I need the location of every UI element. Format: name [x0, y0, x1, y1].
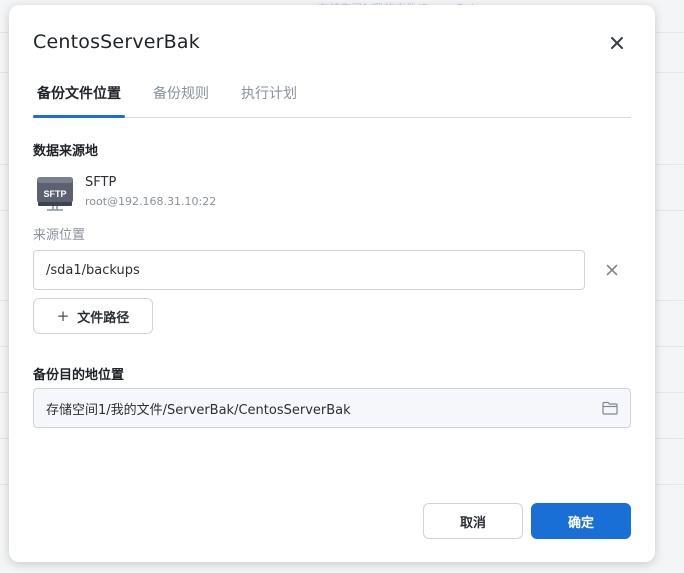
source-path-value: /sda1/backups [46, 262, 140, 278]
active-tab-indicator [33, 115, 125, 118]
dialog-title: CentosServerBak [33, 31, 200, 53]
backup-task-dialog: CentosServerBak 备份文件位置 备份规则 执行计划 数据来源地 S… [9, 5, 655, 562]
add-file-path-label: 文件路径 [77, 310, 130, 326]
cancel-button[interactable]: 取消 [423, 503, 523, 539]
source-path-input[interactable]: /sda1/backups [33, 250, 585, 290]
close-icon [606, 264, 618, 276]
close-button[interactable] [605, 31, 629, 55]
plus-icon: + [56, 306, 70, 325]
remove-path-button[interactable] [603, 261, 621, 279]
tab-backup-location[interactable]: 备份文件位置 [37, 83, 121, 103]
destination-section-title: 备份目的地位置 [33, 368, 125, 383]
source-type: SFTP [85, 175, 117, 190]
close-icon [611, 37, 623, 49]
sftp-icon-text: SFTP [43, 189, 66, 199]
destination-path-field[interactable]: 存储空间1/我的文件/ServerBak/CentosServerBak [33, 388, 631, 428]
source-host: root@192.168.31.10:22 [85, 195, 217, 208]
confirm-button[interactable]: 确定 [531, 503, 631, 539]
tab-bar: 备份文件位置 备份规则 执行计划 [33, 75, 631, 118]
tab-schedule[interactable]: 执行计划 [241, 83, 297, 103]
folder-icon[interactable] [602, 401, 618, 415]
add-file-path-button[interactable]: + 文件路径 [33, 298, 153, 334]
destination-path-value: 存储空间1/我的文件/ServerBak/CentosServerBak [46, 402, 351, 418]
sftp-server-icon: SFTP [37, 177, 73, 211]
tab-backup-rules[interactable]: 备份规则 [153, 83, 209, 103]
source-section-title: 数据来源地 [33, 144, 99, 159]
source-location-label: 来源位置 [33, 228, 86, 243]
